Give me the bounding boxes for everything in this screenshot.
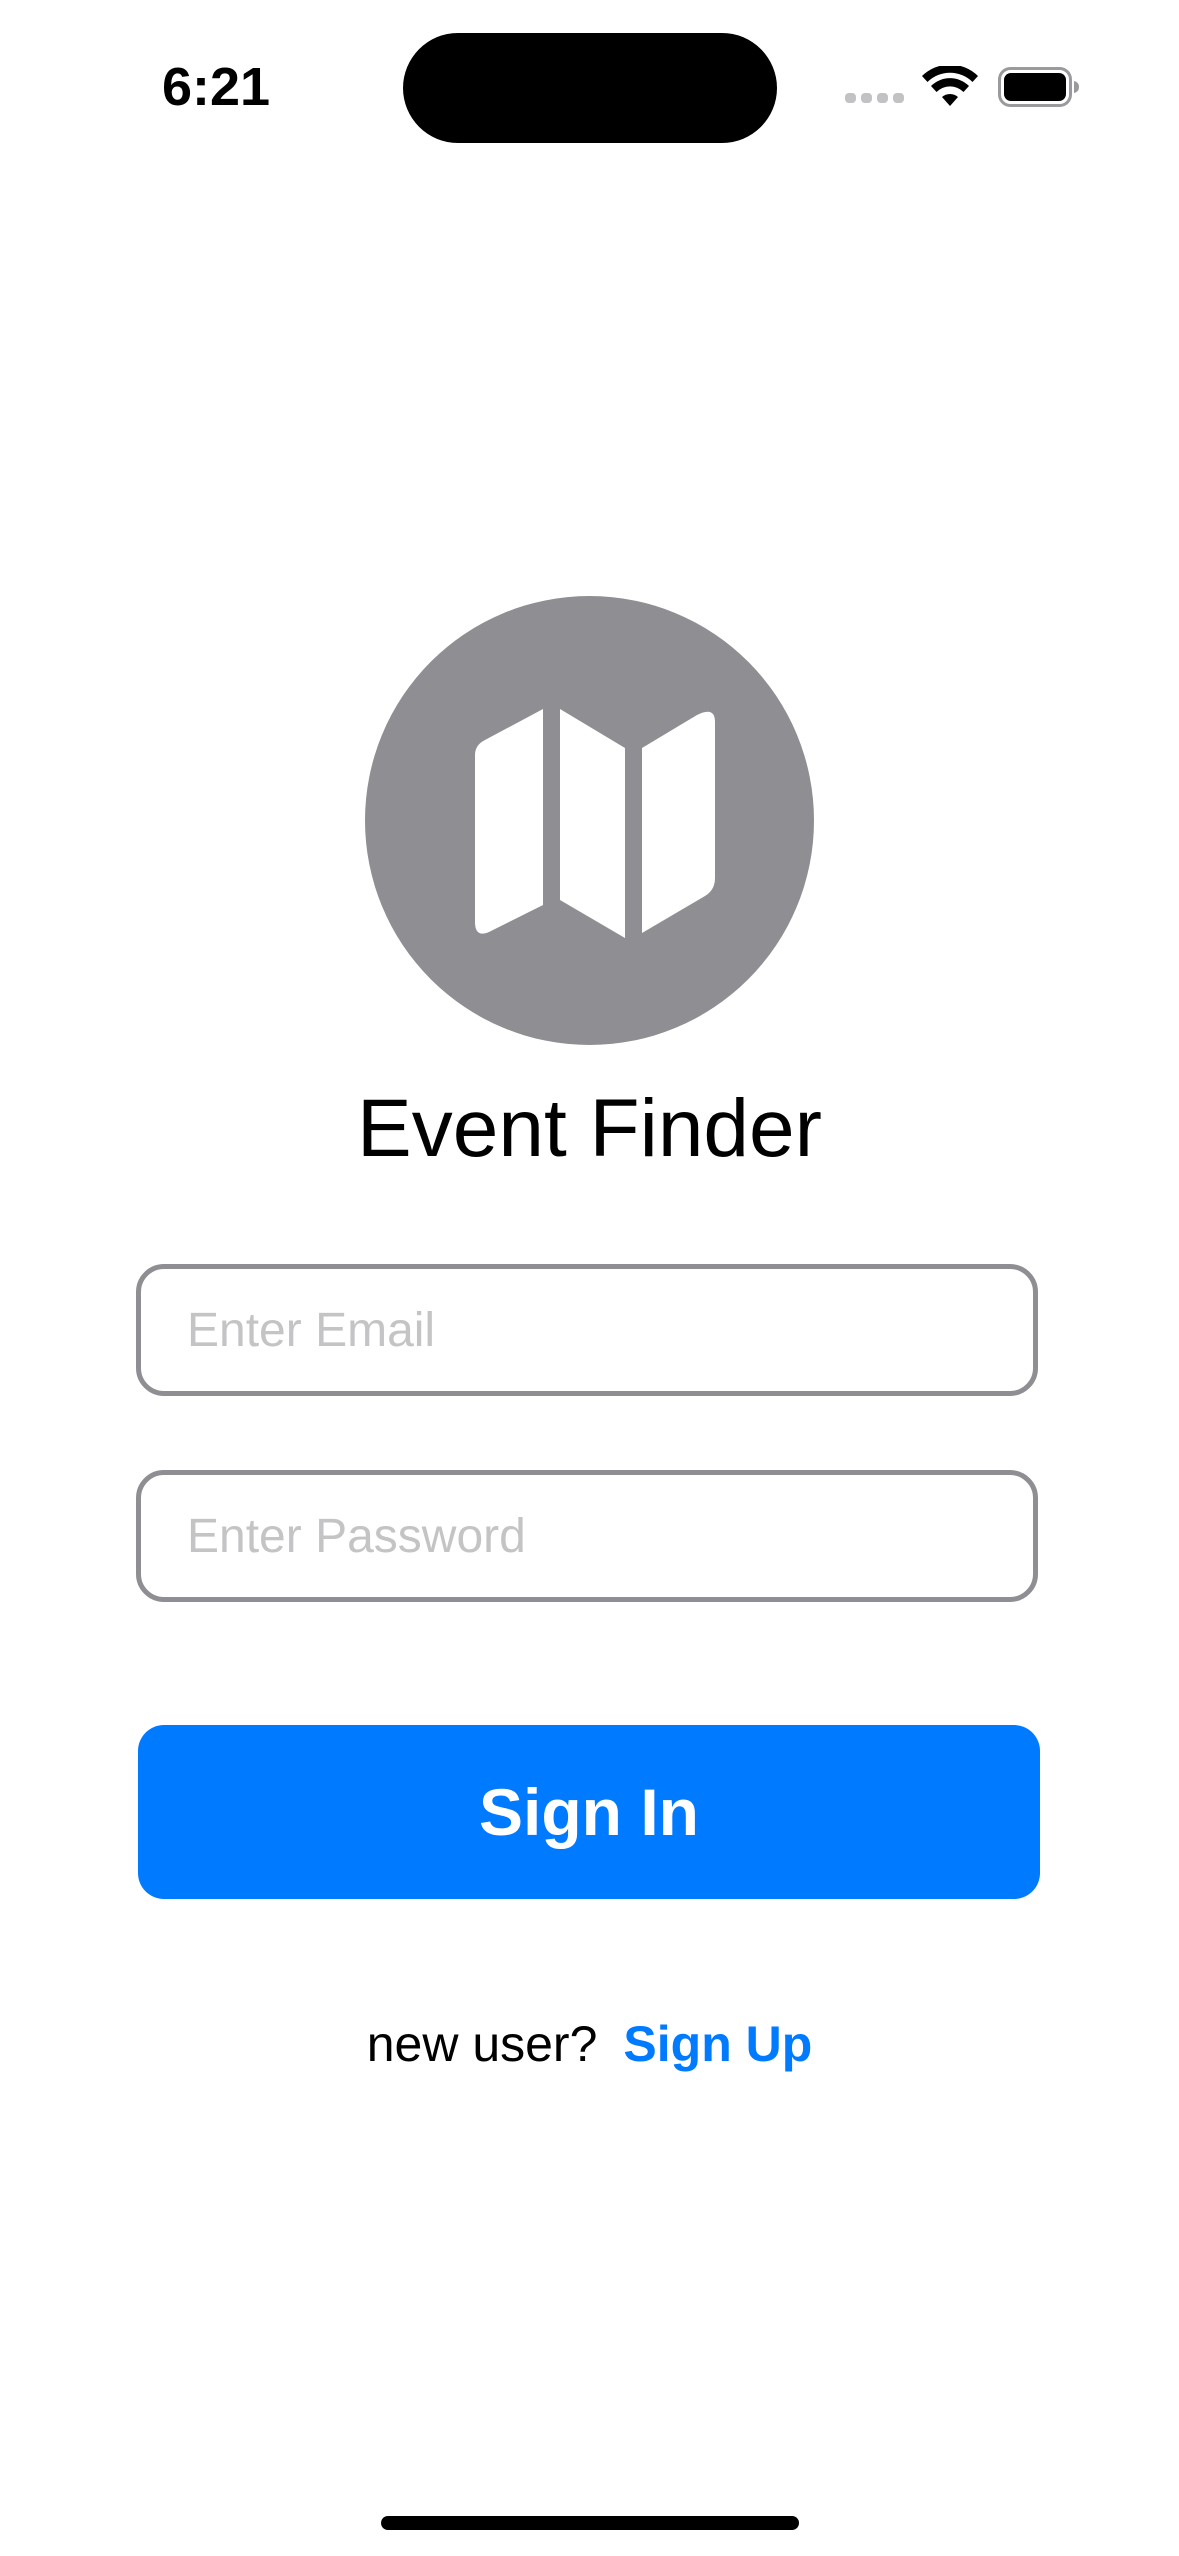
- signup-row: new user? Sign Up: [0, 2015, 1179, 2073]
- email-field[interactable]: [136, 1264, 1038, 1396]
- cellular-signal-icon: [845, 93, 905, 103]
- status-time: 6:21: [162, 57, 271, 117]
- home-indicator[interactable]: [381, 2516, 799, 2530]
- password-field[interactable]: [136, 1470, 1038, 1602]
- map-icon: [475, 709, 715, 938]
- sign-in-button[interactable]: Sign In: [138, 1725, 1040, 1899]
- password-input[interactable]: [187, 1508, 987, 1564]
- signup-prompt: new user?: [366, 2016, 598, 2072]
- app-title: Event Finder: [357, 1083, 822, 1174]
- sign-up-link[interactable]: Sign Up: [623, 2015, 812, 2073]
- dynamic-island: [403, 33, 777, 143]
- battery-icon: [998, 67, 1079, 107]
- email-input[interactable]: [187, 1302, 987, 1358]
- wifi-icon: [922, 66, 978, 106]
